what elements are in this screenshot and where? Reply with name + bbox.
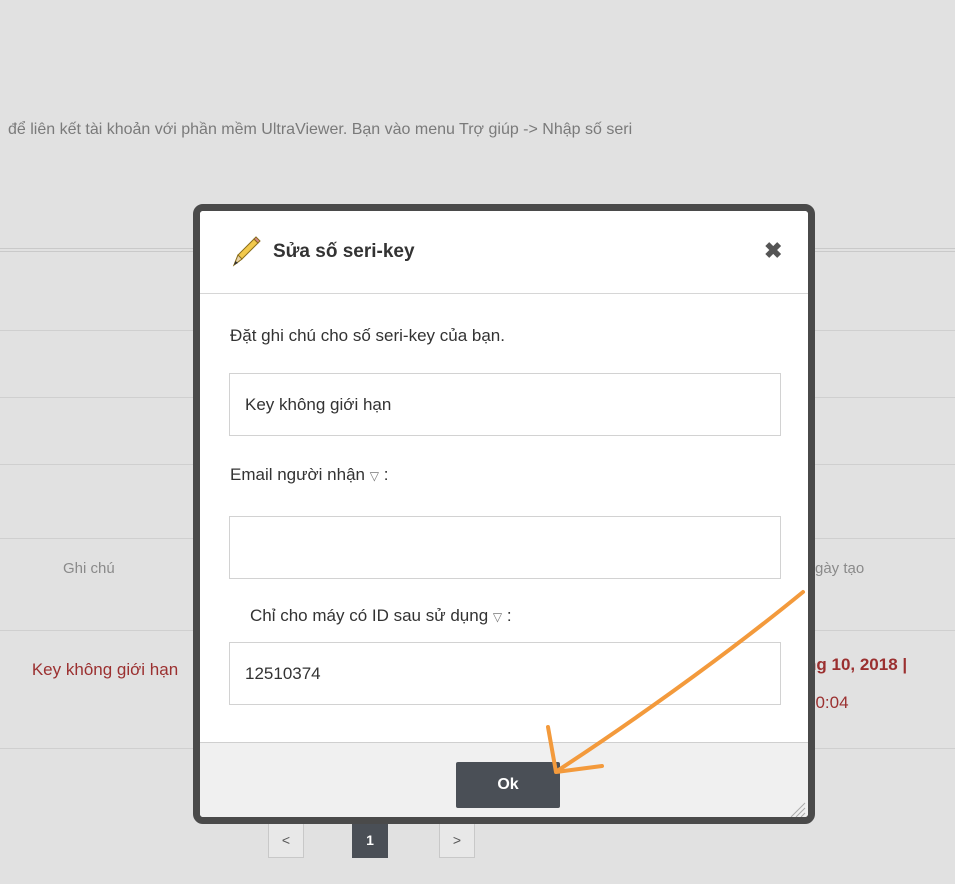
edit-serial-key-dialog: Sửa số seri-key ✖ Đặt ghi chú cho số ser… <box>193 204 815 824</box>
note-label: Đặt ghi chú cho số seri-key của bạn. <box>230 326 505 345</box>
dialog-header: Sửa số seri-key ✖ <box>200 211 808 294</box>
info-text: để liên kết tài khoản với phần mềm Ultra… <box>8 121 633 138</box>
email-label: Email người nhận ▽ : <box>230 465 388 485</box>
close-icon[interactable]: ✖ <box>764 240 782 262</box>
dialog-title: Sửa số seri-key <box>273 241 415 262</box>
help-icon[interactable]: ▽ <box>370 469 379 483</box>
ok-button[interactable]: Ok <box>456 762 560 808</box>
page-top-area <box>0 0 955 170</box>
email-label-colon: : <box>383 465 389 484</box>
pencil-icon <box>230 235 262 269</box>
help-icon[interactable]: ▽ <box>493 610 502 624</box>
pagination-next-button[interactable]: > <box>439 822 475 858</box>
table-cell-note: Key không giới hạn <box>31 660 179 679</box>
machine-id-label: Chỉ cho máy có ID sau sử dụng ▽ : <box>250 606 512 626</box>
email-input[interactable] <box>229 516 781 579</box>
column-header-date: gày tạo <box>815 560 865 577</box>
pagination-page-1[interactable]: 1 <box>352 822 388 858</box>
dialog-body: Đặt ghi chú cho số seri-key của bạn. Key… <box>200 294 808 744</box>
table-cell-date: ng 10, 2018 | <box>806 655 908 674</box>
email-label-text: Email người nhận <box>230 465 365 484</box>
column-header-note: Ghi chú <box>63 560 115 577</box>
note-input[interactable]: Key không giới hạn <box>229 373 781 436</box>
machine-id-input[interactable]: 12510374 <box>229 642 781 705</box>
machine-id-label-colon: : <box>506 606 512 625</box>
pagination-prev-button[interactable]: < <box>268 822 304 858</box>
machine-id-label-text: Chỉ cho máy có ID sau sử dụng <box>250 606 489 625</box>
resize-grip-icon[interactable] <box>787 799 807 817</box>
